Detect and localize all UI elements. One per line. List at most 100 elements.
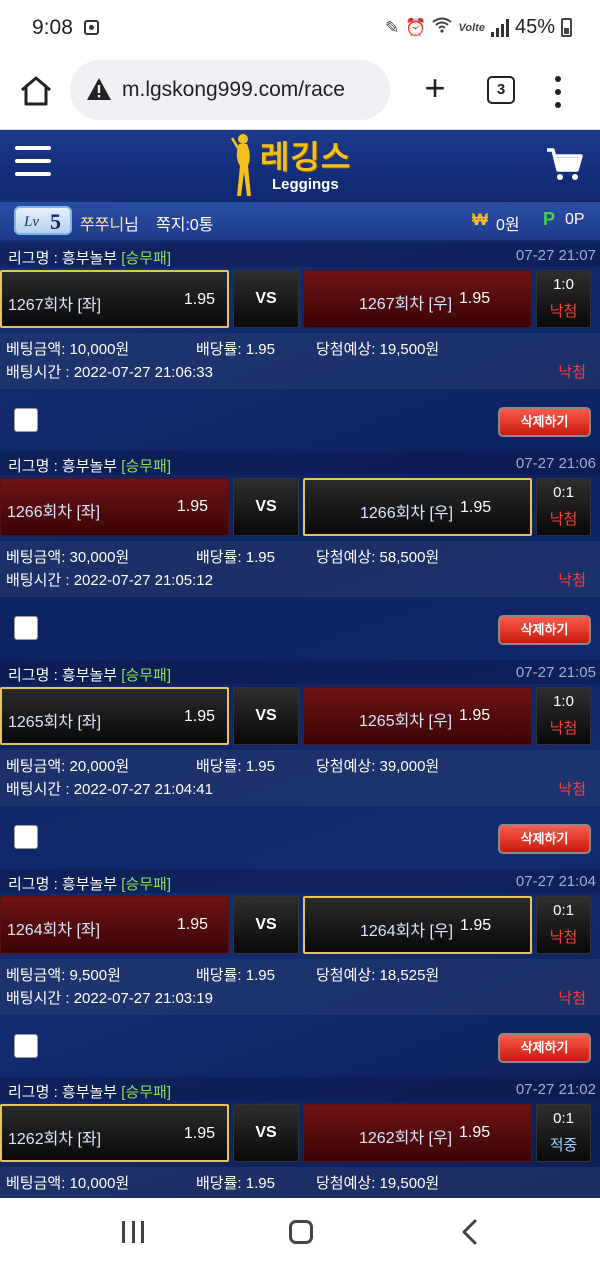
bet-datetime: 07-27 21:07 [515,247,596,264]
home-pick[interactable]: 1266회차 [좌] 1.95 [0,478,229,536]
expected-win: 당첨예상: 19,500원 [316,1175,440,1192]
bet-type: [승무패] [121,876,172,893]
back-icon[interactable] [458,1218,482,1246]
site-header: 레깅스 Leggings [0,130,600,200]
bet-actions: 삭제하기 [0,393,600,449]
bet-actions: 삭제하기 [0,1019,600,1075]
more-menu-icon[interactable] [553,76,563,108]
address-bar[interactable]: m.lgskong999.com/race [70,60,390,120]
vs-label: VS [255,290,277,307]
away-odds: 1.95 [460,917,492,934]
battery-icon [561,18,572,37]
result-score: 0:1 [553,1110,574,1127]
bet-type: [승무패] [121,458,172,475]
bet-status: 낙첨 [558,990,586,1007]
home-icon[interactable] [18,73,54,109]
result-box: 0:1 낙첨 [536,896,591,954]
away-pick[interactable]: 1262회차 [우] 1.95 [303,1104,532,1162]
bet-info: 베팅금액: 30,000원 배당률: 1.95 당첨예상: 58,500원 배팅… [0,541,600,597]
signal-icon [490,18,509,37]
nav-home-icon[interactable] [289,1220,313,1244]
site-logo[interactable]: 레깅스 Leggings [230,132,370,198]
bet-info: 베팅금액: 20,000원 배당률: 1.95 당첨예상: 39,000원 배팅… [0,750,600,806]
home-pick[interactable]: 1267회차 [좌] 1.95 [0,270,229,328]
home-pick[interactable]: 1265회차 [좌] 1.95 [0,687,229,745]
home-team: 1267회차 [좌] [8,297,102,314]
bet-amount: 베팅금액: 20,000원 [6,758,130,775]
vs-label: VS [255,916,277,933]
level-badge: Lv 5 [14,206,72,235]
bet-item: 리그명 : 흥부놀부 [승무패] 07-27 21:06 1266회차 [좌] … [0,451,600,659]
league-row: 리그명 : 흥부놀부 [승무패] 07-27 21:06 [0,451,600,475]
expected-win: 당첨예상: 19,500원 [316,341,440,358]
tab-switcher-button[interactable]: 3 [487,76,515,104]
away-pick[interactable]: 1265회차 [우] 1.95 [303,687,532,745]
select-checkbox[interactable] [14,408,38,432]
bet-time: 배팅시간 : 2022-07-27 21:05:12 [6,572,213,589]
delete-button[interactable]: 삭제하기 [498,615,591,645]
url-text[interactable]: m.lgskong999.com/race [122,78,384,102]
bet-amount: 베팅금액: 10,000원 [6,341,130,358]
delete-button[interactable]: 삭제하기 [498,1033,591,1063]
league-row: 리그명 : 흥부놀부 [승무패] 07-27 21:05 [0,660,600,684]
away-team: 1262회차 [우] [359,1130,453,1147]
away-pick[interactable]: 1266회차 [우] 1.95 [303,478,532,536]
bet-amount: 베팅금액: 9,500원 [6,967,121,984]
result-status: 낙첨 [549,511,578,528]
recent-apps-icon[interactable] [122,1221,144,1243]
point-icon: P [543,209,556,229]
battery-percent: 45% [514,16,555,38]
bet-datetime: 07-27 21:06 [515,455,596,472]
delete-button[interactable]: 삭제하기 [498,824,591,854]
warning-icon[interactable] [86,76,112,102]
app-notification-icon [84,20,99,35]
notes-link[interactable]: 쪽지:0통 [156,211,214,235]
bet-type: [승무패] [121,667,172,684]
away-pick[interactable]: 1264회차 [우] 1.95 [303,896,532,954]
username: 쭈쭈니님 [80,211,139,235]
result-status: 낙첨 [549,929,578,946]
home-odds: 1.95 [183,1125,215,1142]
home-pick[interactable]: 1264회차 [좌] 1.95 [0,896,229,954]
level-prefix: Lv [24,214,39,230]
result-box: 0:1 낙첨 [536,478,591,536]
result-box: 1:0 낙첨 [536,687,591,745]
vs-box: VS [233,1104,299,1162]
away-team: 1266회차 [우] [360,505,454,522]
home-odds: 1.95 [176,916,208,933]
bet-type: [승무패] [121,1084,172,1101]
vs-label: VS [255,498,277,515]
status-indicators: ✎ ⏰ Volte 45% [385,16,572,39]
bet-time: 배팅시간 : 2022-07-27 21:03:19 [6,990,213,1007]
result-score: 0:1 [553,484,574,501]
vs-box: VS [233,478,299,536]
status-bar: 9:08 ✎ ⏰ Volte 45% [0,0,600,58]
expected-win: 당첨예상: 39,000원 [316,758,440,775]
bet-item: 리그명 : 흥부놀부 [승무패] 07-27 21:02 1262회차 [좌] … [0,1077,600,1198]
cart-icon[interactable] [545,146,583,182]
away-odds: 1.95 [460,499,492,516]
away-pick[interactable]: 1267회차 [우] 1.95 [303,270,532,328]
new-tab-icon[interactable]: + [418,70,452,106]
home-pick[interactable]: 1262회차 [좌] 1.95 [0,1104,229,1162]
select-checkbox[interactable] [14,1034,38,1058]
site-content: 레깅스 Leggings Lv 5 쭈쭈니님 쪽지:0통 ₩ 0원 P 0P 리… [0,130,600,1198]
select-checkbox[interactable] [14,825,38,849]
league-name: 리그명 : 흥부놀부 [8,876,118,893]
point-balance[interactable]: 0P [565,211,585,229]
username-suffix: 님 [124,217,139,234]
bet-actions: 삭제하기 [0,601,600,657]
money-balance[interactable]: 0원 [496,211,520,235]
delete-button[interactable]: 삭제하기 [498,407,591,437]
away-team: 1265회차 [우] [359,713,453,730]
select-checkbox[interactable] [14,616,38,640]
home-odds: 1.95 [183,291,215,308]
league-name: 리그명 : 흥부놀부 [8,667,118,684]
logo-figure-icon [230,134,251,196]
expected-win: 당첨예상: 58,500원 [316,549,440,566]
hamburger-menu-icon[interactable] [15,146,51,176]
result-score: 1:0 [553,276,574,293]
bet-datetime: 07-27 21:02 [515,1081,596,1098]
level-number: 5 [50,209,61,234]
away-team: 1264회차 [우] [360,923,454,940]
